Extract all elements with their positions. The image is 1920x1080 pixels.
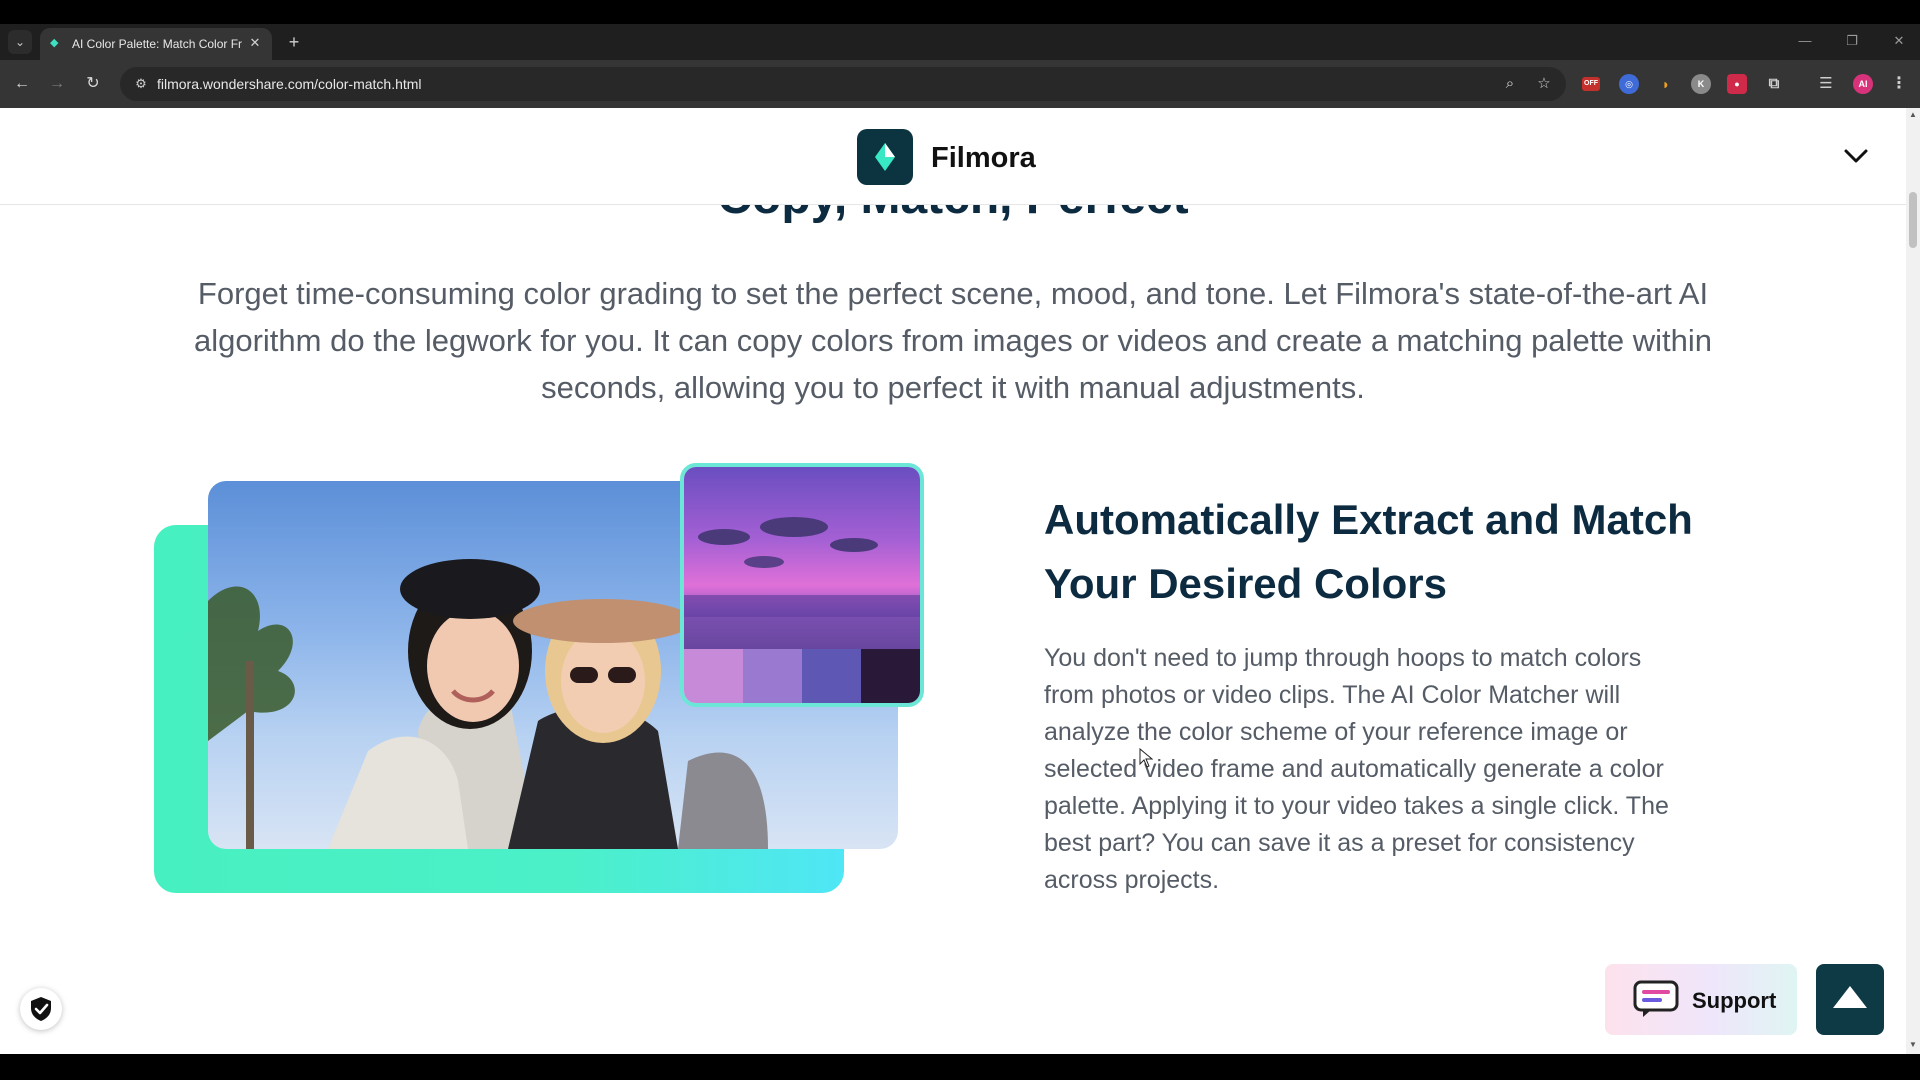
mouse-cursor-icon: [1139, 748, 1153, 768]
shield-check-icon: [31, 997, 51, 1021]
filmora-favicon-icon: ◆: [50, 37, 59, 49]
extension-search-icon[interactable]: ◎: [1619, 74, 1639, 94]
palette-swatch: [684, 649, 743, 703]
scrollbar-thumb[interactable]: [1909, 192, 1917, 248]
kebab-menu-icon[interactable]: ⋮: [1889, 74, 1909, 94]
reading-list-icon[interactable]: ☰: [1816, 74, 1836, 94]
support-button[interactable]: Support: [1605, 964, 1797, 1035]
profile-avatar[interactable]: AI: [1853, 74, 1873, 94]
tab-strip: ⌄ ◆ AI Color Palette: Match Color Fr ✕ +…: [0, 24, 1920, 60]
extension-adblock-icon[interactable]: OFF: [1582, 77, 1600, 91]
diamond-icon: [875, 143, 895, 171]
chat-bubble-icon: [1633, 980, 1679, 1017]
window-close-icon[interactable]: ✕: [1884, 30, 1914, 52]
restore-icon[interactable]: ❐: [1837, 30, 1867, 52]
taskbar-edge: [0, 1054, 1920, 1080]
section-intro: Forget time-consuming color grading to s…: [193, 276, 1713, 405]
extension-record-icon[interactable]: ●: [1727, 74, 1747, 94]
arrow-up-icon: [1833, 986, 1867, 1008]
support-label: Support: [1692, 988, 1777, 1013]
browser-toolbar: ← → ↻ ⚙ filmora.wondershare.com/color-ma…: [0, 60, 1920, 108]
clouds-illustration: [684, 517, 920, 649]
filmora-logo-icon[interactable]: [857, 129, 913, 185]
chevron-down-icon[interactable]: [1840, 140, 1872, 172]
tab-list-icon[interactable]: ⌄: [8, 30, 32, 54]
palette-swatch: [802, 649, 861, 703]
extension-k-icon[interactable]: K: [1691, 74, 1711, 94]
reload-icon[interactable]: ↻: [81, 72, 105, 96]
palette-swatch: [861, 649, 920, 703]
url-text[interactable]: filmora.wondershare.com/color-match.html: [157, 76, 422, 92]
tab-active[interactable]: ◆ AI Color Palette: Match Color Fr ✕: [40, 28, 272, 60]
browser-chrome: ⌄ ◆ AI Color Palette: Match Color Fr ✕ +…: [0, 24, 1920, 108]
back-to-top-button[interactable]: [1816, 964, 1884, 1035]
star-icon[interactable]: ☆: [1534, 74, 1554, 94]
web-page: Filmora Copy, Match, Perfect Forget time…: [0, 108, 1906, 1054]
feature-description: You don't need to jump through hoops to …: [1044, 644, 1669, 894]
scroll-down-icon[interactable]: ▼: [1908, 1040, 1918, 1050]
sunset-image: [684, 467, 920, 649]
close-icon[interactable]: ✕: [246, 34, 264, 52]
feature-title: Automatically Extract and Match Your Des…: [1044, 496, 1693, 607]
privacy-shield-button[interactable]: [20, 988, 62, 1030]
extension-color-icon[interactable]: ◗: [1656, 74, 1676, 94]
feature-illustration: [150, 463, 930, 893]
forward-arrow-icon[interactable]: →: [45, 72, 69, 96]
reference-image-card: [680, 463, 924, 707]
minimize-icon[interactable]: —: [1790, 30, 1820, 52]
tab-title: AI Color Palette: Match Color Fr: [72, 37, 242, 51]
site-header: Filmora: [0, 108, 1906, 205]
screen: ⌄ ◆ AI Color Palette: Match Color Fr ✕ +…: [0, 0, 1920, 1080]
palette-swatch: [743, 649, 802, 703]
back-arrow-icon[interactable]: ←: [10, 72, 34, 96]
zoom-icon[interactable]: ⌕: [1500, 74, 1520, 94]
brand-name[interactable]: Filmora: [931, 142, 1036, 175]
site-settings-icon[interactable]: ⚙: [132, 75, 150, 93]
plus-icon[interactable]: +: [282, 30, 306, 54]
scroll-up-icon[interactable]: ▲: [1908, 110, 1918, 120]
address-bar[interactable]: ⚙ filmora.wondershare.com/color-match.ht…: [120, 67, 1566, 101]
extensions-icon[interactable]: ⧉: [1764, 74, 1784, 94]
page-scrollbar[interactable]: ▲ ▼: [1906, 108, 1920, 1054]
